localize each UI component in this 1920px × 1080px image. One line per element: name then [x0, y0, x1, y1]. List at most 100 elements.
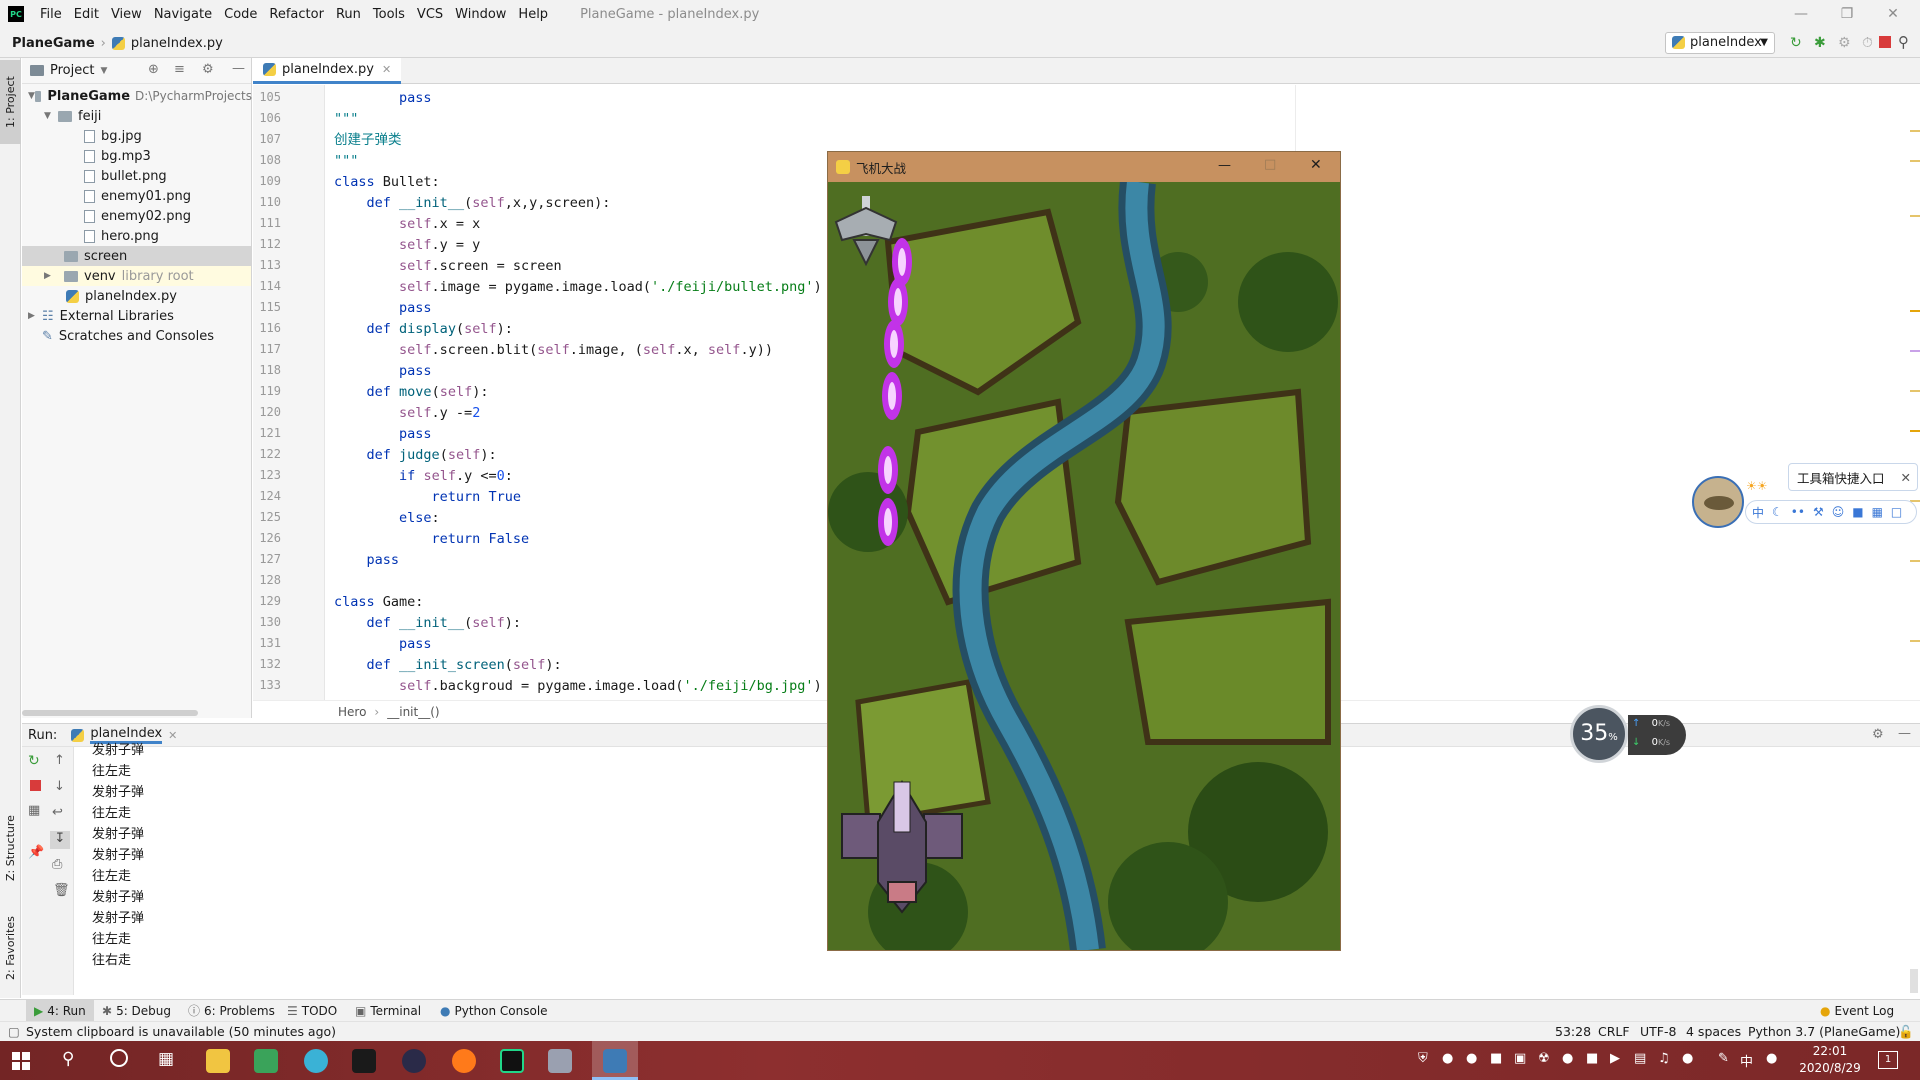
- game-title-bar[interactable]: 飞机大战 — □ ✕: [828, 152, 1340, 182]
- pin-icon[interactable]: 📌: [28, 845, 44, 860]
- clock[interactable]: 22:01 2020/8/29: [1790, 1043, 1870, 1077]
- menu-refactor[interactable]: Refactor: [263, 7, 330, 22]
- up-arrow-icon[interactable]: ↑: [54, 753, 65, 768]
- hide-panel-icon[interactable]: —: [232, 61, 245, 76]
- menu-view[interactable]: View: [105, 7, 148, 22]
- menu-run[interactable]: Run: [330, 7, 367, 22]
- search-icon[interactable]: ⚲: [62, 1049, 74, 1069]
- input-method-indicator[interactable]: 中: [1740, 1051, 1753, 1070]
- trash-icon[interactable]: 🗑: [53, 883, 70, 898]
- print-icon[interactable]: ⎙: [52, 857, 62, 872]
- collapse-all-icon[interactable]: ≡: [174, 62, 185, 77]
- emoji-icon[interactable]: ☺: [1832, 505, 1845, 519]
- tree-file[interactable]: hero.png: [84, 226, 159, 246]
- close-icon[interactable]: ✕: [1901, 470, 1911, 485]
- ime-chinese-icon[interactable]: 中: [1752, 504, 1764, 521]
- tool-todo-button[interactable]: ☰ TODO: [287, 1000, 337, 1021]
- project-tool-tab[interactable]: 1: Project: [0, 60, 21, 144]
- firefox-icon[interactable]: [452, 1049, 476, 1073]
- indent-setting[interactable]: 4 spaces: [1686, 1024, 1741, 1039]
- tray-icon[interactable]: ▶: [1610, 1051, 1620, 1066]
- tool-run-button[interactable]: ▶ 4: Run: [26, 1000, 94, 1021]
- tray-icon[interactable]: ●: [1442, 1051, 1453, 1066]
- menu-help[interactable]: Help: [512, 7, 554, 22]
- tree-file[interactable]: enemy02.png: [84, 206, 191, 226]
- soft-wrap-icon[interactable]: ↩: [52, 805, 63, 820]
- close-tab-icon[interactable]: ✕: [168, 729, 177, 742]
- close-tab-icon[interactable]: ✕: [382, 63, 391, 76]
- rerun-icon[interactable]: ↻: [28, 753, 40, 769]
- tree-root[interactable]: ▼ PlaneGame D:\PycharmProjects: [28, 86, 252, 106]
- tray-icon[interactable]: ▣: [1514, 1051, 1526, 1066]
- cpu-gauge[interactable]: 35%: [1570, 705, 1628, 763]
- tree-file[interactable]: bullet.png: [84, 166, 167, 186]
- favorites-tool-tab[interactable]: 2: Favorites: [0, 903, 21, 993]
- cortana-icon[interactable]: [110, 1049, 128, 1067]
- gear-icon[interactable]: ⚙: [202, 62, 214, 77]
- event-log-button[interactable]: ● Event Log: [1820, 1000, 1894, 1021]
- tray-app-icon[interactable]: ●: [1766, 1051, 1777, 1066]
- tree-file[interactable]: bg.jpg: [84, 126, 142, 146]
- scroll-to-end-icon[interactable]: ↧: [50, 831, 70, 849]
- tab-planeindex[interactable]: planeIndex.py ✕: [253, 58, 402, 84]
- tool-debug-button[interactable]: ✱ 5: Debug: [102, 1000, 171, 1021]
- toolbox-tooltip[interactable]: 工具箱快捷入口 ✕: [1788, 463, 1918, 491]
- assistant-avatar[interactable]: [1692, 476, 1744, 528]
- skin-icon[interactable]: ■: [1852, 505, 1863, 519]
- horizontal-scrollbar[interactable]: [22, 710, 198, 716]
- down-arrow-icon[interactable]: ↓: [54, 779, 65, 794]
- notepad-icon[interactable]: [254, 1049, 278, 1073]
- stop-icon[interactable]: [1879, 36, 1891, 48]
- debug-icon[interactable]: ✱: [1814, 35, 1830, 51]
- lock-icon[interactable]: 🔓: [1898, 1024, 1914, 1040]
- file-encoding[interactable]: UTF-8: [1640, 1024, 1676, 1039]
- minimize-icon[interactable]: —: [1218, 158, 1231, 173]
- tray-icon[interactable]: ●: [1682, 1051, 1693, 1066]
- project-view-label[interactable]: Project: [50, 63, 94, 78]
- tool-terminal-button[interactable]: ▣ Terminal: [355, 1000, 421, 1021]
- menu-vcs[interactable]: VCS: [411, 7, 449, 22]
- grid-icon[interactable]: ▦: [1872, 505, 1883, 519]
- ime-toolbar[interactable]: 中 ☾ •• ⚒ ☺ ■ ▦ □: [1745, 500, 1917, 524]
- tray-icon[interactable]: ■: [1586, 1051, 1598, 1066]
- profile-icon[interactable]: ⏱: [1862, 35, 1878, 51]
- breadcrumb-class[interactable]: Hero: [338, 705, 366, 719]
- caret-position[interactable]: 53:28: [1555, 1024, 1591, 1039]
- cmd-icon[interactable]: [352, 1049, 376, 1073]
- pygame-taskbar-button[interactable]: [592, 1041, 638, 1080]
- game-canvas[interactable]: [828, 182, 1340, 950]
- menu-navigate[interactable]: Navigate: [148, 7, 218, 22]
- status-message[interactable]: System clipboard is unavailable (50 minu…: [26, 1024, 336, 1039]
- tray-icon[interactable]: ☢: [1538, 1051, 1550, 1066]
- line-separator[interactable]: CRLF: [1598, 1024, 1630, 1039]
- notification-center-icon[interactable]: 1: [1878, 1051, 1898, 1069]
- breadcrumb-project[interactable]: PlaneGame: [12, 36, 95, 51]
- search-everywhere-icon[interactable]: ⚲: [1898, 33, 1909, 51]
- punct-icon[interactable]: ••: [1791, 505, 1805, 519]
- tray-shield-icon[interactable]: ⛨: [1418, 1051, 1428, 1066]
- moon-icon[interactable]: ☾: [1772, 505, 1783, 519]
- tree-file[interactable]: enemy01.png: [84, 186, 191, 206]
- minimize-icon[interactable]: —: [1778, 0, 1824, 28]
- windows-start-icon[interactable]: [12, 1052, 30, 1070]
- volume-icon[interactable]: ♫: [1658, 1051, 1670, 1066]
- menu-tools[interactable]: Tools: [367, 7, 411, 22]
- app-icon[interactable]: [548, 1049, 572, 1073]
- tool-problems-button[interactable]: ⓘ 6: Problems: [188, 1000, 275, 1021]
- restore-icon[interactable]: ❐: [1824, 0, 1870, 28]
- status-icon[interactable]: ▢: [8, 1024, 20, 1039]
- lock-icon[interactable]: □: [1891, 505, 1902, 519]
- menu-file[interactable]: File: [34, 7, 68, 22]
- stop-icon[interactable]: [30, 780, 41, 791]
- tree-file[interactable]: planeIndex.py: [66, 286, 177, 306]
- app-icon[interactable]: [402, 1049, 426, 1073]
- tool-python-console-button[interactable]: ● Python Console: [440, 1000, 548, 1021]
- menu-code[interactable]: Code: [218, 7, 263, 22]
- close-icon[interactable]: ✕: [1310, 157, 1322, 173]
- wrench-icon[interactable]: ⚒: [1813, 505, 1824, 519]
- browser-icon[interactable]: [304, 1049, 328, 1073]
- menu-window[interactable]: Window: [449, 7, 512, 22]
- chevron-down-icon[interactable]: ▼: [100, 66, 107, 76]
- game-window[interactable]: 飞机大战 — □ ✕: [827, 151, 1341, 951]
- tray-icon[interactable]: ●: [1562, 1051, 1573, 1066]
